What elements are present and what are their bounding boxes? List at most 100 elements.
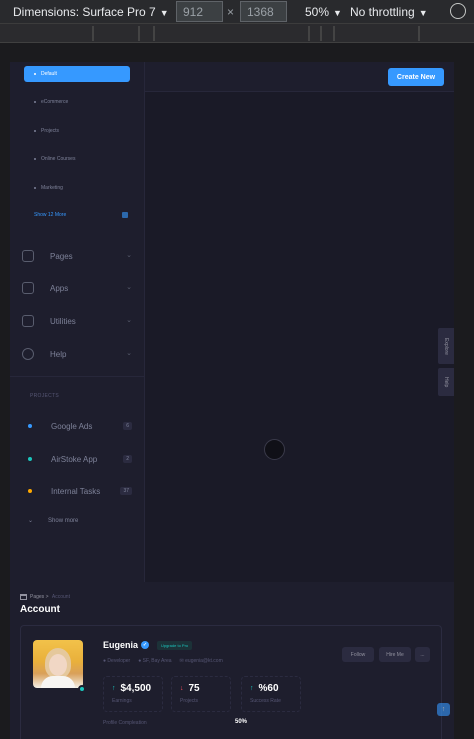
stat-projects: ↓ 75 Projects — [171, 676, 231, 712]
follow-button[interactable]: Follow — [342, 647, 374, 662]
zoom-label: 50% — [305, 5, 330, 19]
bullet-icon — [34, 187, 36, 189]
stat-earnings: ↑ $4,500 Earnings — [103, 676, 163, 712]
sidebar-item-marketing[interactable]: Marketing — [24, 180, 130, 196]
avatar-face — [49, 654, 67, 676]
profile-email-label: eugenia@kt.com — [185, 658, 223, 664]
profile-role-label: Developer — [107, 658, 131, 664]
sidebar-item-default[interactable]: Default — [24, 66, 130, 82]
hire-me-button[interactable]: Hire Me — [379, 647, 411, 662]
header-toolbar: Create New — [145, 62, 454, 92]
page-title: Account — [20, 604, 60, 615]
stat-value: $4,500 — [120, 683, 152, 694]
profile-completion-value: 50% — [235, 719, 248, 725]
sidebar: Default eCommerce Projects Online Course… — [10, 62, 145, 582]
sidebar-item-utilities[interactable]: Utilities ⌄ — [22, 313, 132, 329]
breadcrumb-pages[interactable]: Pages — [30, 594, 44, 600]
account-section: Pages > Account Account Eugenia ✓ Upgrad… — [10, 582, 454, 739]
home-icon[interactable] — [20, 594, 27, 600]
upgrade-badge[interactable]: Upgrade to Pro — [157, 640, 193, 650]
show-more-projects-label: Show more — [48, 517, 79, 524]
bullet-icon — [34, 73, 36, 75]
stat-label: Earnings — [112, 698, 132, 704]
sidebar-item-label: Online Courses — [41, 156, 76, 162]
stat-label: Projects — [180, 698, 199, 704]
chevron-down-icon: ⌄ — [28, 518, 34, 524]
rotate-icon[interactable] — [450, 3, 466, 19]
dropdown-caret-icon: ▼ — [333, 8, 342, 18]
chevron-down-icon: ⌄ — [126, 350, 132, 357]
bullet-icon — [34, 130, 36, 132]
bullet-icon — [34, 158, 36, 160]
sidebar-item-ecommerce[interactable]: eCommerce — [24, 94, 130, 110]
sidebar-item-label: Help — [50, 349, 67, 359]
zoom-dropdown[interactable]: 50% ▼ — [305, 5, 342, 19]
arrow-up-icon: ↑ — [250, 685, 254, 692]
stat-value: %60 — [258, 683, 279, 694]
plus-icon — [122, 212, 128, 218]
sidebar-item-label: Pages — [50, 251, 73, 261]
dropdown-caret-icon: ▼ — [159, 8, 169, 18]
dimension-times-icon: × — [227, 5, 235, 19]
avatar-body — [41, 676, 75, 688]
device-dimensions-dropdown[interactable]: Dimensions: Surface Pro 7 ▼ — [13, 5, 169, 19]
device-width-input[interactable]: 912 — [176, 1, 223, 22]
bullet-icon — [28, 489, 32, 493]
sidebar-item-label: Default — [41, 71, 57, 77]
show-more-dashboards-link[interactable]: Show 12 More — [34, 212, 66, 218]
project-label: Internal Tasks — [51, 486, 101, 496]
bullet-icon — [34, 101, 36, 103]
project-label: AirStoke App — [51, 454, 98, 464]
device-height-input[interactable]: 1368 — [240, 1, 287, 22]
project-label: Google Ads — [51, 421, 93, 431]
arrow-up-icon: ↑ — [112, 685, 116, 692]
breadcrumb-current: Account — [51, 594, 70, 600]
explore-side-tab[interactable]: Explore — [438, 328, 454, 364]
projects-section-title: PROJECTS — [30, 393, 60, 399]
project-item-internal-tasks[interactable]: Internal Tasks 37 — [28, 485, 132, 497]
device-toolbar: Dimensions: Surface Pro 7 ▼ 912 × 1368 50… — [0, 0, 474, 24]
arrow-down-icon: ↓ — [180, 685, 184, 692]
scroll-top-button[interactable]: ↑ — [437, 703, 450, 716]
sidebar-item-online-courses[interactable]: Online Courses — [24, 151, 130, 167]
breadcrumb: Pages > Account — [20, 594, 70, 600]
main-content-area — [145, 92, 454, 582]
profile-email[interactable]: ✉ eugenia@kt.com — [180, 658, 223, 664]
show-more-projects[interactable]: ⌄ Show more — [28, 517, 79, 525]
chevron-down-icon: ⌄ — [126, 252, 132, 259]
project-count-badge: 2 — [123, 455, 132, 463]
gear-icon — [22, 348, 34, 360]
stat-label: Success Rate — [250, 698, 281, 704]
profile-location-label: SF, Bay Area — [142, 658, 172, 664]
project-item-airstoke-app[interactable]: AirStoke App 2 — [28, 453, 132, 465]
stat-value: 75 — [188, 683, 200, 694]
avatar — [33, 640, 83, 688]
device-dimensions-label: Dimensions: Surface Pro 7 — [13, 5, 156, 19]
emulated-viewport: Default eCommerce Projects Online Course… — [10, 62, 454, 739]
create-new-button[interactable]: Create New — [388, 68, 444, 86]
loading-spinner-icon — [264, 439, 285, 460]
throttling-dropdown[interactable]: No throttling ▼ — [350, 5, 428, 19]
chevron-down-icon: ⌄ — [126, 284, 132, 291]
help-side-tab[interactable]: Help — [438, 368, 454, 396]
bullet-icon — [28, 424, 32, 428]
sidebar-item-label: Utilities — [50, 316, 76, 326]
project-count-badge: 6 — [123, 422, 132, 430]
bullet-icon — [28, 457, 32, 461]
verified-icon: ✓ — [141, 641, 150, 649]
project-count-badge: 37 — [120, 487, 132, 495]
more-options-button[interactable]: ... — [415, 647, 430, 662]
sidebar-item-apps[interactable]: Apps ⌄ — [22, 280, 132, 296]
throttling-label: No throttling — [350, 5, 415, 19]
project-item-google-ads[interactable]: Google Ads 6 — [28, 420, 132, 432]
profile-completion-label: Profile Compleation — [103, 720, 147, 726]
profile-role[interactable]: ● Developer — [103, 658, 130, 664]
profile-card: Eugenia ✓ Upgrade to Pro ● Developer ● S… — [20, 625, 442, 739]
chart-icon — [22, 250, 34, 262]
profile-name[interactable]: Eugenia — [103, 640, 138, 650]
divider — [10, 376, 144, 377]
profile-location[interactable]: ● SF, Bay Area — [138, 658, 171, 664]
sidebar-item-pages[interactable]: Pages ⌄ — [22, 248, 132, 264]
sidebar-item-help[interactable]: Help ⌄ — [22, 346, 132, 362]
sidebar-item-projects[interactable]: Projects — [24, 123, 130, 139]
